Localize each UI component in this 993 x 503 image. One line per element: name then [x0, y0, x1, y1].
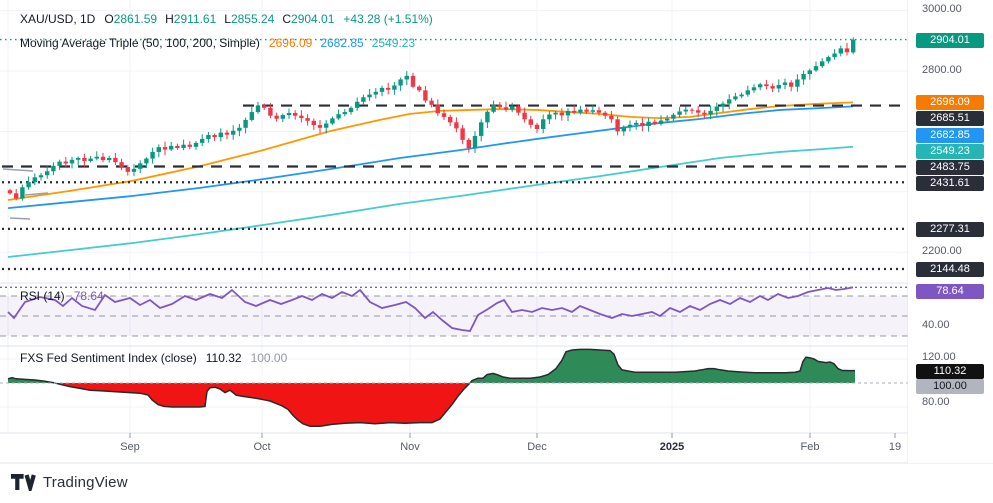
time-axis-label: Oct: [232, 441, 292, 453]
time-axis-label: Dec: [507, 441, 567, 453]
price-badge: 2144.48: [916, 262, 984, 277]
time-axis[interactable]: Sep Oct Nov Dec 2025 Feb 19: [0, 433, 993, 463]
ma-value: 2682.85: [320, 36, 363, 50]
ma-value: 2696.09: [269, 36, 312, 50]
price-axis-label: 2200.00: [922, 245, 962, 257]
price-axis-label: 80.00: [922, 396, 950, 408]
chart-canvas[interactable]: [0, 0, 993, 503]
price-badge: 2277.31: [916, 222, 984, 237]
price-badge: 2431.61: [916, 176, 984, 191]
ohlc-item: O2861.59: [104, 12, 157, 26]
ohlc-item: H2911.61: [165, 12, 216, 26]
price-badge: 2682.85: [916, 128, 984, 143]
price-badge: 110.32: [916, 364, 984, 379]
rsi-value: 78.64: [74, 289, 104, 303]
time-axis-label: Nov: [380, 441, 440, 453]
price-axis[interactable]: 3000.00 2800.00 2200.00 40.00 120.00 80.00 290…: [908, 0, 993, 463]
time-axis-label: Sep: [100, 441, 160, 453]
time-axis-label: 2025: [642, 441, 702, 453]
price-badge: 100.00: [916, 379, 984, 394]
change-value: +43.28 (+1.51%): [343, 12, 432, 26]
trading-chart-app: XAU/USD, 1D O2861.59 H2911.61 L2855.24 C290…: [0, 0, 993, 503]
fxs-baseline-value: 100.00: [251, 351, 288, 365]
time-axis-label: 19: [865, 441, 925, 453]
price-axis-label: 3000.00: [922, 3, 962, 15]
price-badge: 2685.51: [916, 111, 984, 126]
price-badge: 2696.09: [916, 95, 984, 110]
tradingview-logo-text: TradingView: [43, 474, 128, 491]
price-axis-label: 2800.00: [922, 64, 962, 76]
ma-legend-row[interactable]: Moving Average Triple (50, 100, 200, Sim…: [20, 36, 415, 50]
ma-indicator-label[interactable]: Moving Average Triple (50, 100, 200, Sim…: [20, 36, 260, 50]
rsi-legend-row[interactable]: RSI (14) 78.64: [20, 289, 104, 303]
ma-values: 2696.09 2682.85 2549.23: [269, 36, 415, 50]
fxs-value: 110.32: [206, 351, 242, 365]
tradingview-logo-icon: [11, 474, 36, 491]
ohlc-item: C2904.01: [282, 12, 334, 26]
price-badge: 2549.23: [916, 144, 984, 159]
ohlc-values: O2861.59 H2911.61 L2855.24 C2904.01: [104, 12, 334, 26]
fxs-indicator-label[interactable]: FXS Fed Sentiment Index (close): [20, 351, 197, 365]
fxs-legend-row[interactable]: FXS Fed Sentiment Index (close) 110.32 1…: [20, 351, 287, 365]
symbol-title[interactable]: XAU/USD, 1D: [20, 12, 95, 26]
price-badge: 2904.01: [916, 33, 984, 48]
price-badge: 78.64: [916, 284, 984, 299]
rsi-indicator-label[interactable]: RSI (14): [20, 289, 65, 303]
symbol-legend-row[interactable]: XAU/USD, 1D O2861.59 H2911.61 L2855.24 C290…: [20, 12, 433, 26]
time-axis-label: Feb: [780, 441, 840, 453]
ma-value: 2549.23: [372, 36, 415, 50]
ohlc-item: L2855.24: [224, 12, 274, 26]
price-axis-label: 40.00: [922, 319, 950, 331]
price-axis-label: 120.00: [922, 351, 956, 363]
tradingview-logo[interactable]: TradingView: [11, 474, 128, 491]
price-badge: 2483.75: [916, 160, 984, 175]
